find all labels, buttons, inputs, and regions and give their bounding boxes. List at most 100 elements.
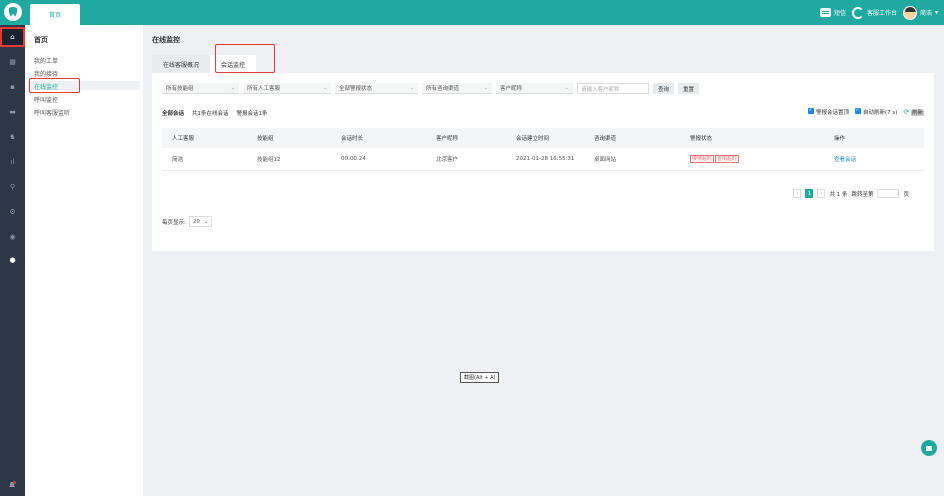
page-number[interactable]: 1 [805,189,814,198]
rail-list[interactable]: ▪ [0,77,25,97]
cell-duration: 00:00:24 [341,148,436,171]
grid-icon: ▦ [9,58,16,66]
info-icon: ● [9,256,16,264]
sms-label: 短信 [833,10,846,17]
filter-bar: 所有技能组 ⌄ 所有人工客服 ⌄ 全部警报状态 ⌄ 所有咨询渠道 ⌄ 客户昵称 ⌄ 请输入… [162,83,700,94]
checkbox-checked-icon [807,107,814,114]
alarm-status-value: 全部警报状态 [339,86,373,92]
cell-alarm-status: 接待超时 首响超时 [690,148,834,171]
customer-field-select[interactable]: 客户昵称 ⌄ [496,83,573,94]
auto-refresh-checkbox[interactable]: 自动刷新(7 s) [854,107,897,116]
home-icon: ⌂ [10,33,15,41]
stat-online[interactable]: 共1条在线会话 [192,109,229,117]
col-duration: 会话时长 [341,136,364,142]
prev-page-button[interactable]: ‹ [793,189,802,198]
alarm-badge: 接待超时 [690,155,715,164]
tab-online-overview[interactable]: 在线客服概况 [152,55,211,73]
cell-start-time: 2021-01-28 16:55:31 [516,148,594,171]
bell-icon[interactable] [8,481,16,489]
refresh-button[interactable]: ⟳ 刷新 [903,108,924,116]
col-actions: 操作 [834,136,846,142]
subnav-item-call-monitor[interactable]: 呼叫监控 [34,95,58,104]
chart-icon: ıl [10,158,15,166]
refresh-icon: ⟳ [903,108,910,116]
agent-select[interactable]: 所有人工客服 ⌄ [243,83,331,94]
search-button[interactable]: 查询 [653,83,675,94]
page-suffix: 页 [903,191,909,198]
customer-field-value: 客户昵称 [500,86,523,92]
stat-alarm[interactable]: 警报会话1条 [237,109,268,117]
floating-help-button[interactable] [921,440,937,456]
search-icon: ⚲ [9,183,16,191]
main-content: 在线监控 在线客服概况 会话监控 所有技能组 ⌄ 所有人工客服 ⌄ 全部警报状态 ⌄ … [143,25,944,496]
rail-users[interactable]: ♞ [0,127,25,147]
chevron-down-icon: ⌄ [203,218,209,225]
skill-group-value: 所有技能组 [166,86,194,92]
channel-value: 所有咨询渠道 [426,86,460,92]
chevron-down-icon: ⌄ [483,85,488,91]
customer-search-input[interactable]: 请输入客户昵称 [577,83,649,94]
rail-home[interactable]: ⌂ [0,27,25,47]
rail-search[interactable]: ⚲ [0,177,25,197]
globe-icon: ◉ [9,233,16,241]
channel-select[interactable]: 所有咨询渠道 ⌄ [422,83,492,94]
sub-sidebar: 首页 我的工单 我的接待 在线监控 呼叫监控 呼叫客服监听 [25,25,143,496]
top-bar: 首页 短信 客服工作台 简浩 ▾ [0,0,944,25]
subnav-title: 首页 [34,36,48,44]
workspace-icon [851,6,864,19]
col-alarm-status: 警报状态 [690,136,713,142]
stat-all[interactable]: 全部会话 [162,109,184,117]
subnav-item-my-reception[interactable]: 我的接待 [34,69,58,78]
chevron-down-icon: ⌄ [564,85,569,91]
chat-icon: ▬ [9,108,16,116]
cell-actions: 查看会话 [834,148,924,171]
rail-globe[interactable]: ◉ [0,227,25,247]
jump-page-input[interactable] [877,189,900,198]
reset-button[interactable]: 重置 [678,83,700,94]
options-bar: 警报会话置顶 自动刷新(7 s) ⟳ 刷新 [807,107,924,116]
workspace-button[interactable]: 客服工作台 [851,6,897,19]
alarm-top-checkbox[interactable]: 警报会话置顶 [807,107,849,116]
subnav-item-call-listen[interactable]: 呼叫客服监听 [34,108,70,117]
rail-grid[interactable]: ▦ [0,52,25,72]
user-menu[interactable]: 简浩 ▾ [902,5,938,20]
refresh-label: 刷新 [910,110,924,116]
workspace-label: 客服工作台 [866,10,897,17]
tab-home[interactable]: 首页 [30,4,80,25]
chevron-down-icon: ⌄ [409,85,414,91]
message-icon [819,8,831,17]
left-rail: ⌂ ▦ ▪ ▬ ♞ ıl ⚲ ⚙ ◉ ● [0,25,25,496]
alarm-top-label: 警报会话置顶 [815,110,849,116]
page-size-value: 20 [192,218,200,225]
skill-group-select[interactable]: 所有技能组 ⌄ [162,83,239,94]
rail-info[interactable]: ● [0,250,25,270]
next-page-button[interactable]: › [817,189,826,198]
rail-settings[interactable]: ⚙ [0,202,25,222]
page-size-select[interactable]: 20 ⌄ [188,216,213,227]
alarm-status-select[interactable]: 全部警报状态 ⌄ [335,83,418,94]
table-row: 简浩 技能组12 00:00:24 北京客户 2021-01-28 16:55:… [162,148,924,171]
sms-button[interactable]: 短信 [819,8,846,17]
col-channel: 咨询渠道 [594,136,617,142]
page-title: 在线监控 [152,36,180,44]
users-icon: ♞ [9,133,16,141]
total-count: 共 1 条 [829,191,848,198]
agent-value: 所有人工客服 [247,86,281,92]
cell-channel: 桌面网站 [594,148,690,171]
view-session-link[interactable]: 查看会话 [834,157,856,163]
chevron-down-icon: ⌄ [322,85,327,91]
rail-chat[interactable]: ▬ [0,102,25,122]
avatar [902,5,917,20]
cell-agent: 简浩 [162,148,257,171]
rail-chart[interactable]: ıl [0,152,25,172]
subnav-item-my-tickets[interactable]: 我的工单 [34,56,58,65]
page-size-label: 每页显示: [162,219,186,226]
list-icon: ▪ [10,83,15,91]
cell-skill-group: 技能组12 [257,148,341,171]
book-icon [926,445,932,451]
settings-icon: ⚙ [9,208,16,216]
app-logo[interactable] [4,3,22,21]
col-skill-group: 技能组 [257,136,274,142]
alarm-badge: 首响超时 [715,155,740,164]
chevron-down-icon: ⌄ [230,85,235,91]
